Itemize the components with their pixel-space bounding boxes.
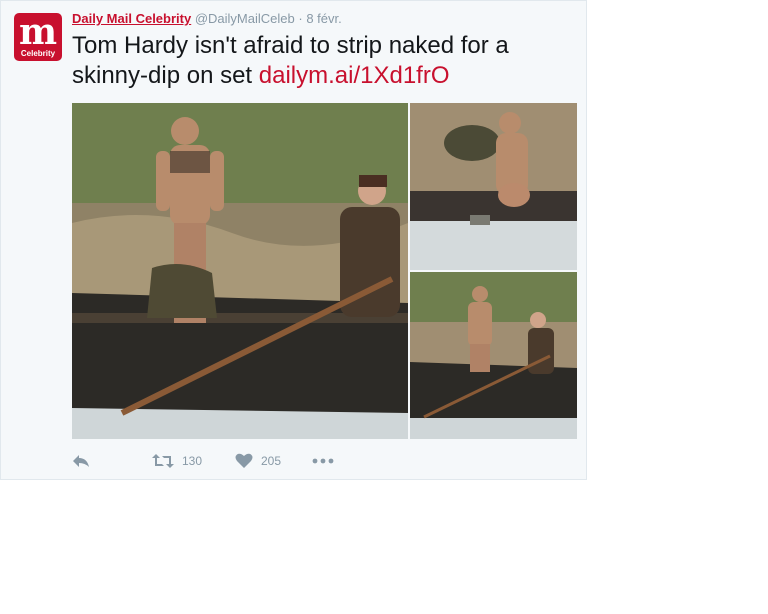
tweet-link[interactable]: dailym.ai/1Xd1frO <box>259 62 450 89</box>
media-photo-bottom-right[interactable] <box>410 272 577 439</box>
retweet-button[interactable]: 130 <box>152 451 202 471</box>
avatar-caption: Celebrity <box>20 49 56 58</box>
author-handle[interactable]: @DailyMailCeleb <box>195 11 295 26</box>
tweet-text: Tom Hardy isn't afraid to strip naked fo… <box>72 31 577 91</box>
reply-button[interactable] <box>72 451 90 471</box>
header-separator: · <box>298 11 303 26</box>
tweet-date[interactable]: 8 févr. <box>306 11 341 26</box>
media-grid <box>72 103 577 439</box>
more-button[interactable] <box>312 451 334 471</box>
like-count: 205 <box>261 454 282 468</box>
photo-man-wading-in-water <box>410 103 577 270</box>
tweet-card: m Celebrity Daily Mail Celebrity @DailyM… <box>0 0 587 480</box>
like-button[interactable]: 205 <box>235 451 281 471</box>
heart-icon <box>235 453 253 468</box>
tweet-header: Daily Mail Celebrity @DailyMailCeleb · 8… <box>72 11 342 26</box>
reply-icon <box>73 455 89 467</box>
avatar-logo-letter: m <box>18 13 58 53</box>
retweet-count: 130 <box>182 454 203 468</box>
retweet-icon <box>152 454 174 468</box>
photo-main-man-in-boat <box>72 103 408 439</box>
media-photo-top-right[interactable] <box>410 103 577 270</box>
avatar[interactable]: m Celebrity <box>14 13 62 61</box>
more-icon <box>312 458 334 464</box>
author-name[interactable]: Daily Mail Celebrity <box>72 11 191 26</box>
photo-men-in-boat <box>410 272 577 439</box>
media-photo-main[interactable] <box>72 103 408 439</box>
